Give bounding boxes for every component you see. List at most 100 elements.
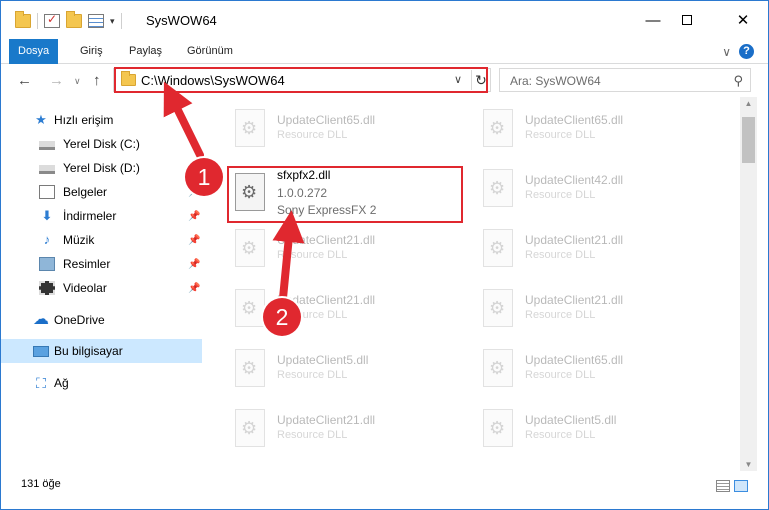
file-description: Resource DLL [525, 429, 596, 441]
documents-icon [39, 185, 55, 199]
properties-icon[interactable] [88, 14, 104, 28]
list-item[interactable]: UpdateClient21.dll Resource DLL [477, 221, 717, 277]
file-description: Resource DLL [277, 129, 348, 141]
file-name: UpdateClient5.dll [525, 413, 617, 427]
pin-icon[interactable]: 📌 [188, 211, 200, 222]
back-button[interactable]: ← [17, 72, 32, 89]
sidebar-item-quick-access[interactable]: ★ Hızlı erişim [1, 108, 202, 132]
scrollbar-thumb[interactable] [742, 117, 755, 163]
dll-file-icon [483, 109, 513, 147]
sidebar-item-onedrive[interactable]: ☁ OneDrive [1, 308, 202, 332]
list-item[interactable]: UpdateClient5.dll Resource DLL [477, 401, 717, 457]
step-2-badge: 2 [263, 298, 301, 336]
expand-ribbon-chevron-icon[interactable]: ∨ [722, 45, 731, 59]
sidebar-item-label: Belgeler [63, 185, 108, 199]
details-view-icon[interactable] [716, 480, 730, 492]
tab-home[interactable]: Giriş [71, 39, 112, 64]
dll-file-icon [235, 409, 265, 447]
view-switcher [716, 480, 748, 492]
disk-icon [39, 165, 55, 174]
file-name: UpdateClient21.dll [525, 233, 624, 247]
vertical-scrollbar[interactable]: ▲ ▼ [740, 97, 757, 471]
target-file-highlight [227, 166, 463, 223]
list-item[interactable]: UpdateClient5.dll Resource DLL [229, 341, 469, 397]
tab-view[interactable]: Görünüm [178, 39, 242, 64]
sidebar-item-label: Videolar [63, 281, 107, 295]
list-item[interactable]: UpdateClient42.dll Resource DLL [477, 161, 717, 217]
disk-icon [39, 141, 55, 150]
new-folder-icon[interactable] [66, 11, 82, 28]
tab-share[interactable]: Paylaş [120, 39, 171, 64]
folder-icon[interactable] [15, 11, 31, 28]
search-box[interactable]: Ara: SysWOW64 ⚲ [499, 68, 751, 92]
list-item[interactable]: UpdateClient21.dll Resource DLL [229, 401, 469, 457]
recent-locations-dropdown[interactable]: ∨ [74, 76, 81, 87]
up-button[interactable]: ↑ [93, 72, 101, 89]
file-description: Resource DLL [525, 189, 596, 201]
address-bar-highlight [114, 67, 488, 93]
customize-toolbar-dropdown-icon[interactable]: ▾ [110, 16, 115, 27]
file-name: UpdateClient42.dll [525, 173, 624, 187]
file-description: Resource DLL [525, 369, 596, 381]
file-list: UpdateClient65.dll Resource DLL UpdateCl… [202, 97, 740, 471]
help-icon[interactable]: ? [739, 44, 754, 59]
file-name: UpdateClient5.dll [277, 353, 369, 367]
sidebar-item-documents[interactable]: Belgeler 📌 [1, 180, 202, 204]
sidebar-item-label: Yerel Disk (D:) [63, 161, 140, 175]
file-description: Resource DLL [277, 249, 348, 261]
divider [37, 13, 38, 29]
maximize-button[interactable] [664, 1, 710, 39]
status-bar: 131 öğe [1, 471, 768, 509]
divider [120, 13, 122, 29]
sidebar-item-label: OneDrive [54, 313, 105, 327]
list-item[interactable]: UpdateClient21.dll Resource DLL [229, 221, 469, 277]
file-name: UpdateClient21.dll [277, 233, 376, 247]
sidebar-item-network[interactable]: ⛶ Ağ [1, 371, 202, 395]
scroll-up-icon[interactable]: ▲ [740, 99, 757, 108]
search-input[interactable]: Ara: SysWOW64 [510, 74, 601, 88]
sidebar-item-disk-d[interactable]: Yerel Disk (D:) [1, 156, 202, 180]
dll-file-icon [235, 289, 265, 327]
sidebar-item-downloads[interactable]: ⬇ İndirmeler 📌 [1, 204, 202, 228]
scroll-down-icon[interactable]: ▼ [740, 460, 757, 469]
pin-icon[interactable]: 📌 [188, 283, 200, 294]
list-item[interactable]: UpdateClient65.dll Resource DLL [477, 101, 717, 157]
dll-file-icon [483, 289, 513, 327]
sidebar-item-label: Bu bilgisayar [54, 344, 123, 358]
forward-button[interactable]: → [49, 72, 64, 89]
navigation-pane: ★ Hızlı erişim Yerel Disk (C:) Yerel Dis… [1, 103, 202, 471]
item-count: 131 öğe [21, 478, 61, 490]
file-description: Resource DLL [277, 369, 348, 381]
pin-icon[interactable]: 📌 [188, 259, 200, 270]
pin-icon[interactable]: 📌 [188, 235, 200, 246]
list-item[interactable]: UpdateClient65.dll Resource DLL [477, 341, 717, 397]
file-name: UpdateClient65.dll [525, 113, 624, 127]
properties-check-icon[interactable] [44, 12, 60, 28]
sidebar-item-this-pc[interactable]: Bu bilgisayar [1, 339, 202, 363]
sidebar-item-label: İndirmeler [63, 209, 117, 223]
close-button[interactable]: ✕ [720, 1, 766, 39]
dll-file-icon [483, 349, 513, 387]
window-title: SysWOW64 [146, 13, 217, 28]
sidebar-item-music[interactable]: ♪ Müzik 📌 [1, 228, 202, 252]
sidebar-item-label: Yerel Disk (C:) [63, 137, 140, 151]
dll-file-icon [235, 349, 265, 387]
sidebar-item-label: Hızlı erişim [54, 113, 114, 127]
computer-icon [33, 345, 49, 357]
file-description: Resource DLL [525, 129, 596, 141]
list-item[interactable]: UpdateClient21.dll Resource DLL [477, 281, 717, 337]
tab-file[interactable]: Dosya [9, 39, 59, 64]
sidebar-item-pictures[interactable]: Resimler 📌 [1, 252, 202, 276]
file-name: UpdateClient21.dll [525, 293, 624, 307]
file-name: UpdateClient65.dll [525, 353, 624, 367]
pictures-icon [39, 257, 55, 271]
sidebar-item-disk-c[interactable]: Yerel Disk (C:) [1, 132, 202, 156]
tiles-view-icon[interactable] [734, 480, 748, 492]
sidebar-item-label: Müzik [63, 233, 95, 247]
sidebar-item-videos[interactable]: Videolar 📌 [1, 276, 202, 300]
cloud-icon: ☁ [33, 311, 49, 328]
file-description: Resource DLL [277, 429, 348, 441]
ribbon-tabs: Dosya Giriş Paylaş Görünüm ∨ ? [1, 39, 768, 64]
dll-file-icon [483, 229, 513, 267]
list-item[interactable]: UpdateClient65.dll Resource DLL [229, 101, 469, 157]
